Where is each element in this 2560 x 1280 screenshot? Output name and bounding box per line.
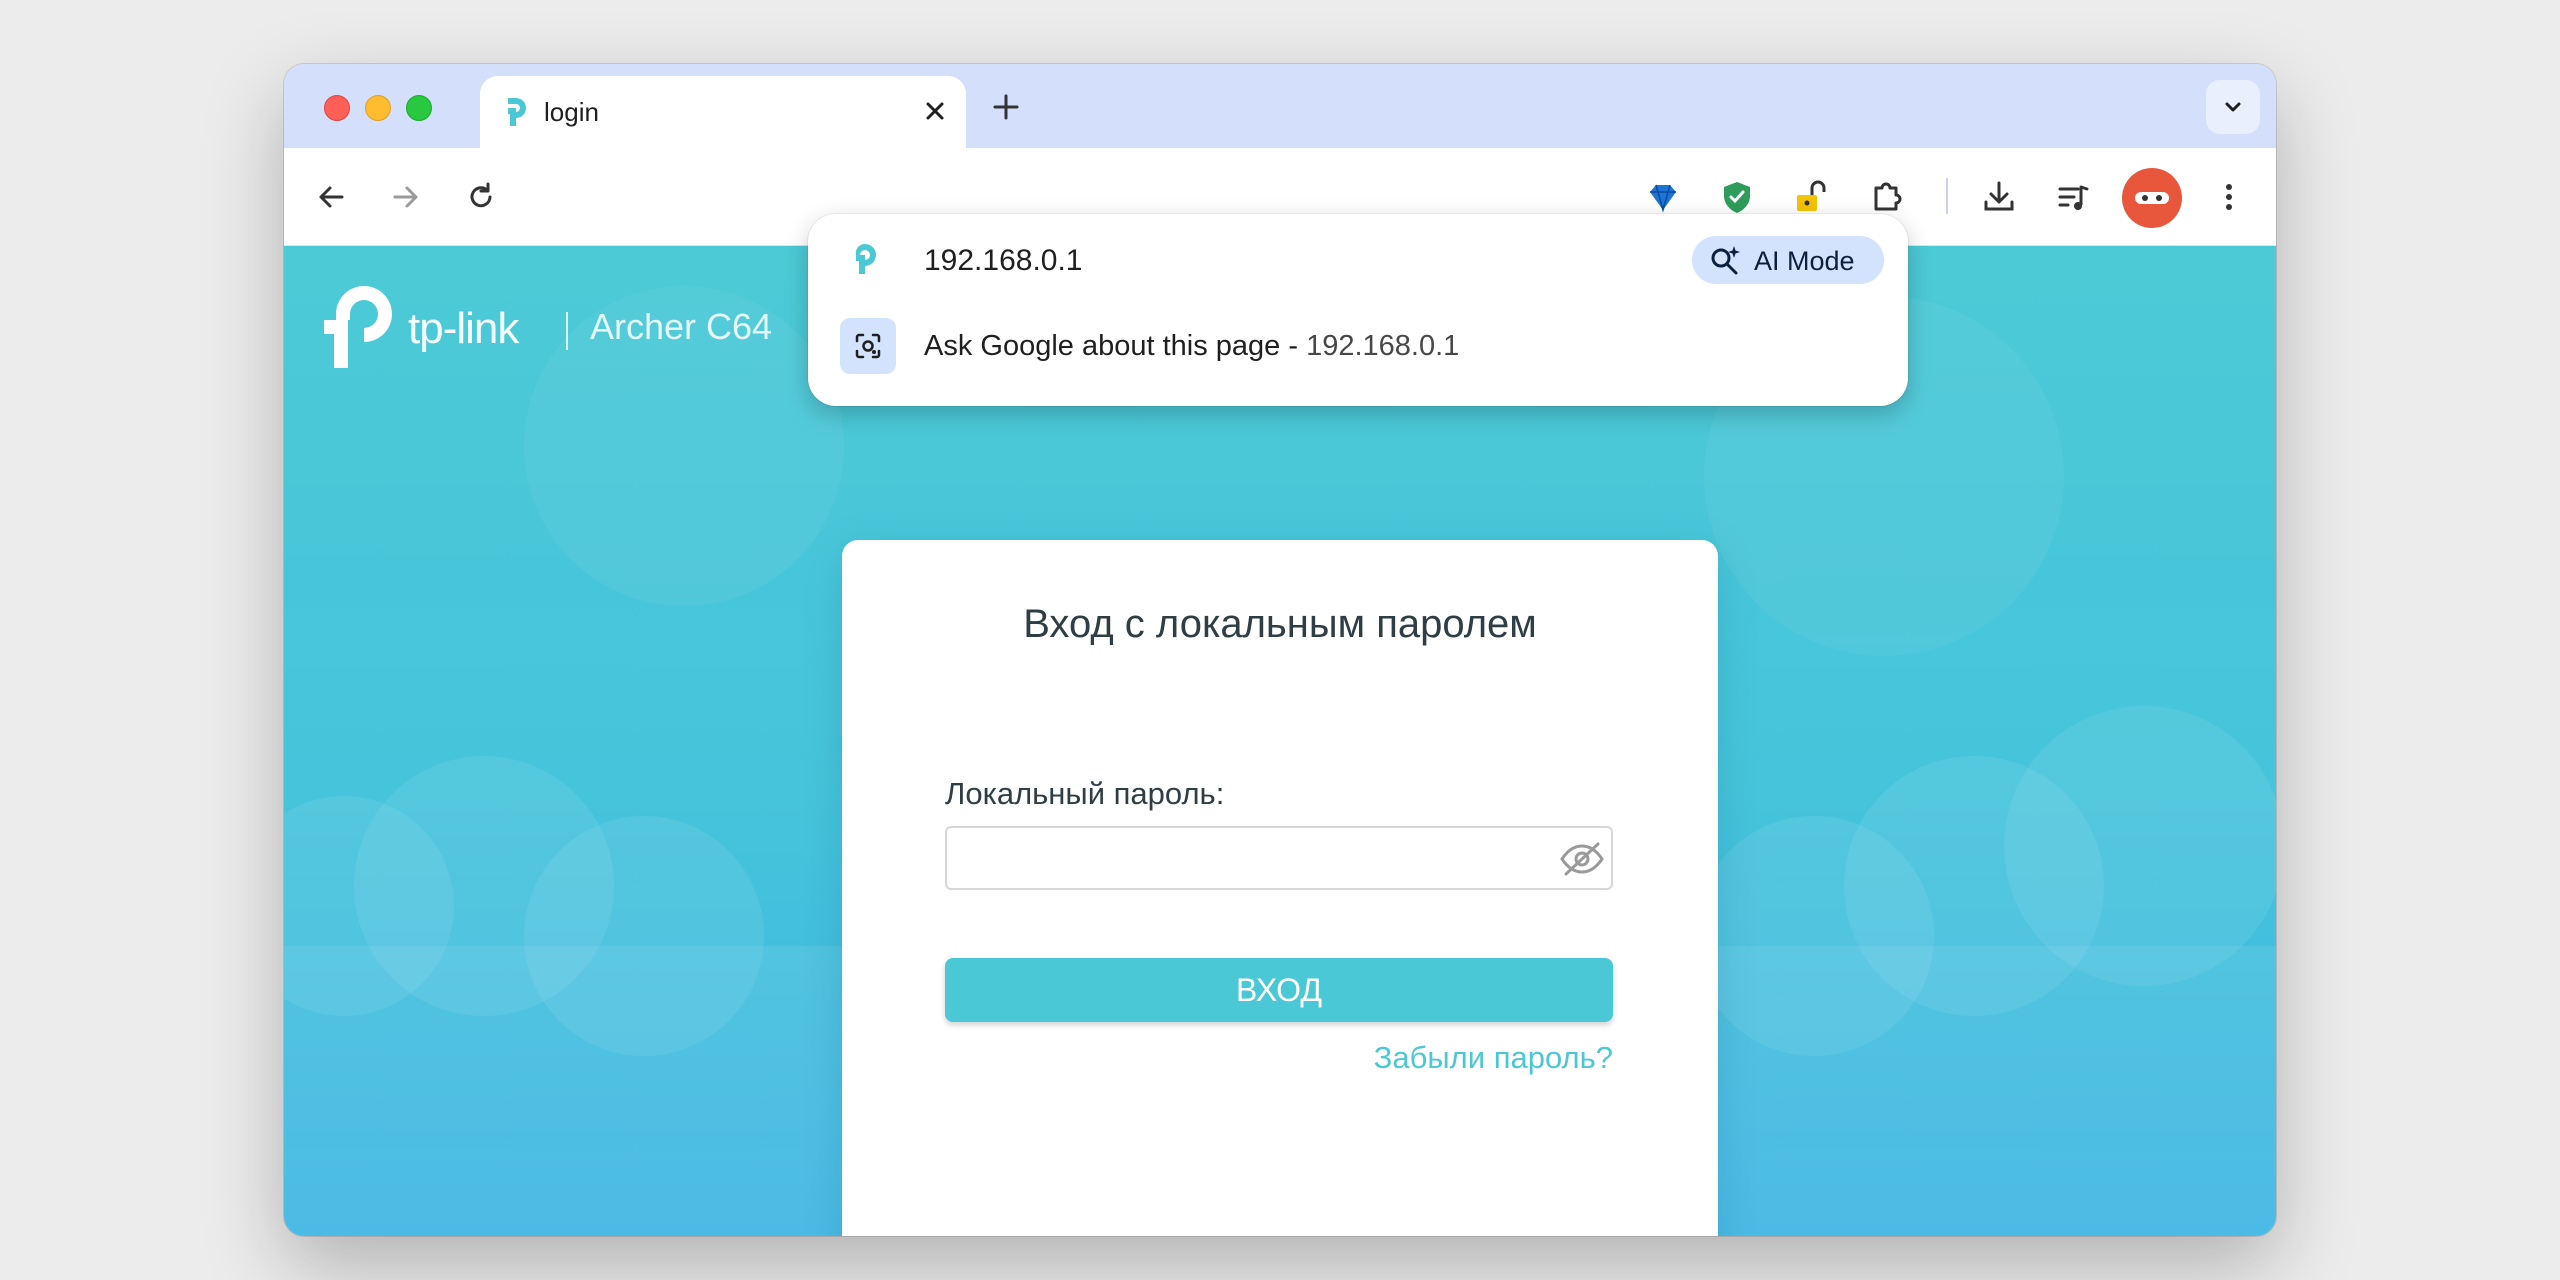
new-tab-icon[interactable] — [991, 92, 1021, 122]
login-card: Вход с локальным паролем Локальный парол… — [842, 540, 1718, 1236]
close-tab-icon[interactable] — [920, 96, 950, 126]
ai-search-icon — [1711, 246, 1740, 275]
forgot-password-link[interactable]: Забыли пароль? — [1374, 1040, 1613, 1076]
brand-text: tp-link — [408, 304, 519, 353]
puzzle-icon[interactable] — [1868, 178, 1906, 216]
tab-search-button[interactable] — [2206, 80, 2260, 134]
ask-google-text: Ask Google about this page - — [924, 330, 1299, 362]
profile-mask-icon — [2135, 192, 2169, 204]
toolbar-separator — [1946, 178, 1948, 214]
forward-arrow-icon[interactable] — [387, 178, 425, 216]
eye-off-icon[interactable] — [1558, 840, 1606, 878]
login-button[interactable]: ВХОД — [945, 958, 1613, 1022]
minimize-window-button[interactable] — [365, 95, 391, 121]
reload-icon[interactable] — [462, 178, 500, 216]
ai-mode-button[interactable]: AI Mode — [1692, 236, 1884, 284]
shield-extension-icon[interactable] — [1718, 178, 1756, 216]
browser-window: login tp-link Archer C64 Вход с локальны… — [284, 64, 2276, 1236]
tab-bar: login — [284, 64, 2276, 148]
close-window-button[interactable] — [324, 95, 350, 121]
download-icon[interactable] — [1980, 178, 2018, 216]
zoom-window-button[interactable] — [406, 95, 432, 121]
chevron-down-icon — [2225, 102, 2241, 112]
password-label: Локальный пароль: — [945, 776, 1225, 811]
tab-login[interactable]: login — [480, 76, 966, 148]
ask-google-url: 192.168.0.1 — [1306, 330, 1460, 362]
ask-google-suggestion[interactable]: Ask Google about this page - 192.168.0.1 — [924, 330, 1459, 363]
tplink-favicon-icon — [855, 243, 876, 274]
tplink-logo-icon — [324, 286, 392, 368]
card-title: Вход с локальным паролем — [1023, 602, 1537, 646]
google-lens-icon — [855, 333, 881, 359]
tplink-favicon-icon — [508, 98, 526, 126]
lens-icon-box — [840, 318, 896, 374]
password-input[interactable] — [945, 826, 1613, 890]
brand-divider — [566, 312, 568, 350]
reading-list-icon[interactable] — [2054, 178, 2092, 216]
lock-extension-icon[interactable] — [1792, 178, 1830, 216]
back-arrow-icon[interactable] — [312, 178, 350, 216]
model-name: Archer C64 — [590, 306, 773, 347]
ai-mode-label: AI Mode — [1754, 246, 1855, 276]
omnibox-dropdown: 192.168.0.1 AI Mode Ask Google about thi… — [808, 214, 1908, 406]
profile-avatar[interactable] — [2122, 168, 2182, 228]
tab-title: login — [544, 97, 599, 127]
diamond-extension-icon[interactable] — [1644, 178, 1682, 216]
address-input[interactable]: 192.168.0.1 — [924, 244, 1082, 278]
kebab-menu-icon[interactable] — [2210, 178, 2248, 216]
